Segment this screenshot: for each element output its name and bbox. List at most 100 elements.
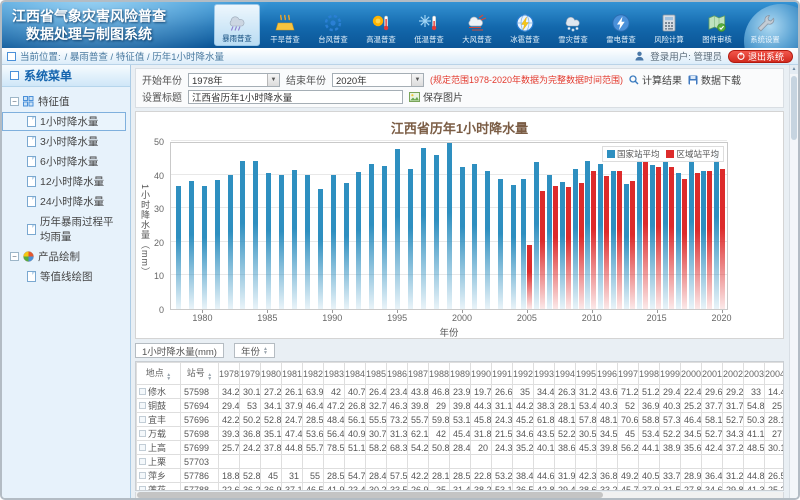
bar-national-2007 bbox=[547, 175, 552, 309]
page-vertical-scrollbar[interactable]: ▲ bbox=[789, 65, 798, 498]
value-cell: 38.9 bbox=[660, 441, 681, 455]
value-cell: 31.2 bbox=[576, 385, 597, 399]
table-row-57699[interactable]: 上高5769925.724.237.844.855.778.551.158.26… bbox=[137, 441, 785, 455]
start-year-select[interactable]: 1978年 ▼ bbox=[188, 73, 280, 87]
toolbar-item-5[interactable]: 低温普查 bbox=[406, 4, 452, 46]
value-cell: 23.4 bbox=[345, 483, 366, 492]
toolbar-item-3[interactable]: 台风普查 bbox=[310, 4, 356, 46]
table-row-57598[interactable]: 修水5759834.230.127.226.163.94240.726.423.… bbox=[137, 385, 785, 399]
column-header-year-1991[interactable]: 1991 bbox=[492, 363, 513, 385]
column-header-year-1983[interactable]: 1983 bbox=[324, 363, 345, 385]
toolbar-item-9[interactable]: 雷电普查 bbox=[598, 4, 644, 46]
chart-title-input[interactable] bbox=[188, 90, 403, 104]
column-header-year-2000[interactable]: 2000 bbox=[681, 363, 702, 385]
column-header-year-2004[interactable]: 2004 bbox=[765, 363, 785, 385]
sidebar-item-1-3[interactable]: 6小时降水量 bbox=[2, 152, 126, 171]
toolbar-item-7[interactable]: 冰雹普查 bbox=[502, 4, 548, 46]
scroll-up-arrow-icon[interactable]: ▲ bbox=[790, 65, 798, 74]
column-header-station[interactable]: 地点 ▲▼ bbox=[137, 363, 181, 385]
toolbar-item-11[interactable]: 图件审核 bbox=[694, 4, 740, 46]
toolbar-item-2[interactable]: 干旱普查 bbox=[262, 4, 308, 46]
row-expand-icon[interactable] bbox=[139, 458, 146, 465]
column-header-year-1994[interactable]: 1994 bbox=[555, 363, 576, 385]
column-header-year-1996[interactable]: 1996 bbox=[597, 363, 618, 385]
sidebar-group-2[interactable]: −产品绘制 bbox=[2, 247, 130, 266]
column-header-station-id[interactable]: 站号 ▲▼ bbox=[181, 363, 219, 385]
value-cell bbox=[597, 455, 618, 469]
column-header-year-1981[interactable]: 1981 bbox=[282, 363, 303, 385]
column-header-year-1979[interactable]: 1979 bbox=[240, 363, 261, 385]
sidebar-item-2-1[interactable]: 等值线绘图 bbox=[2, 267, 126, 286]
logout-button[interactable]: 退出系统 bbox=[728, 50, 793, 63]
sidebar-item-1-1[interactable]: 1小时降水量 bbox=[2, 112, 126, 131]
sidebar-item-1-6[interactable]: 历年暴雨过程平均雨量 bbox=[2, 212, 126, 246]
value-cell: 45.4 bbox=[450, 427, 471, 441]
table-row-57703[interactable]: 上栗57703 bbox=[137, 455, 785, 469]
toolbar-item-6[interactable]: 大风普查 bbox=[454, 4, 500, 46]
column-header-year-1995[interactable]: 1995 bbox=[576, 363, 597, 385]
value-cell: 51.2 bbox=[639, 385, 660, 399]
toolbar-item-10[interactable]: 风险计算 bbox=[646, 4, 692, 46]
toolbar-item-8[interactable]: 雪灾普查 bbox=[550, 4, 596, 46]
row-expand-icon[interactable] bbox=[139, 472, 146, 479]
save-image-link[interactable]: 保存图片 bbox=[409, 89, 463, 104]
toolbar-item-12[interactable]: 系统设置 bbox=[742, 4, 788, 46]
table-row-57788[interactable]: 莲花5778822.636.236.937.146.541.923.430.23… bbox=[137, 483, 785, 492]
column-header-year-1993[interactable]: 1993 bbox=[534, 363, 555, 385]
vertical-scrollbar-thumb[interactable] bbox=[791, 76, 797, 140]
column-header-year-1980[interactable]: 1980 bbox=[261, 363, 282, 385]
year-slot-1985 bbox=[262, 143, 275, 309]
column-header-year-1990[interactable]: 1990 bbox=[471, 363, 492, 385]
column-header-year-1986[interactable]: 1986 bbox=[387, 363, 408, 385]
column-header-year-1998[interactable]: 1998 bbox=[639, 363, 660, 385]
column-header-year-1982[interactable]: 1982 bbox=[303, 363, 324, 385]
table-row-57694[interactable]: 铜鼓5769429.45334.137.946.447.226.832.746.… bbox=[137, 399, 785, 413]
row-expand-icon[interactable] bbox=[139, 388, 146, 395]
column-header-year-1978[interactable]: 1978 bbox=[219, 363, 240, 385]
value-cell: 68.3 bbox=[387, 441, 408, 455]
column-header-year-1988[interactable]: 1988 bbox=[429, 363, 450, 385]
end-year-select[interactable]: 2020年 ▼ bbox=[332, 73, 424, 87]
value-cell: 40.3 bbox=[660, 399, 681, 413]
column-header-year-1992[interactable]: 1992 bbox=[513, 363, 534, 385]
column-header-year-2001[interactable]: 2001 bbox=[702, 363, 723, 385]
row-expand-icon[interactable] bbox=[139, 416, 146, 423]
value-cell: 27.8 bbox=[681, 483, 702, 492]
data-download-link[interactable]: 数据下载 bbox=[688, 72, 741, 87]
calculate-result-link[interactable]: 计算结果 bbox=[629, 72, 682, 87]
column-header-year-1987[interactable]: 1987 bbox=[408, 363, 429, 385]
document-icon bbox=[27, 196, 36, 207]
column-header-year-1984[interactable]: 1984 bbox=[345, 363, 366, 385]
column-header-year-1999[interactable]: 1999 bbox=[660, 363, 681, 385]
table-row-57696[interactable]: 宜丰5769642.250.252.824.728.548.456.155.57… bbox=[137, 413, 785, 427]
value-cell: 44.8 bbox=[282, 441, 303, 455]
sidebar-item-1-2[interactable]: 3小时降水量 bbox=[2, 132, 126, 151]
row-expand-icon[interactable] bbox=[139, 430, 146, 437]
sidebar-item-1-4[interactable]: 12小时降水量 bbox=[2, 172, 126, 191]
column-header-year-2002[interactable]: 2002 bbox=[723, 363, 744, 385]
table-row-57786[interactable]: 萍乡5778618.852.845315528.554.728.457.542.… bbox=[137, 469, 785, 483]
column-header-year-1989[interactable]: 1989 bbox=[450, 363, 471, 385]
row-expand-icon[interactable] bbox=[139, 402, 146, 409]
sidebar-item-label: 12小时降水量 bbox=[40, 174, 104, 189]
horizontal-scrollbar-thumb[interactable] bbox=[137, 492, 603, 498]
value-cell bbox=[681, 455, 702, 469]
value-cell: 48.1 bbox=[597, 413, 618, 427]
table-row-57698[interactable]: 万载5769839.336.835.147.453.656.440.930.73… bbox=[137, 427, 785, 441]
bar-national-1993 bbox=[369, 164, 374, 309]
sidebar-title: 系统菜单 bbox=[2, 65, 130, 87]
sidebar-group-1[interactable]: −特征值 bbox=[2, 92, 130, 111]
row-expand-icon[interactable] bbox=[139, 444, 146, 451]
value-cell bbox=[324, 455, 345, 469]
column-header-year-2003[interactable]: 2003 bbox=[744, 363, 765, 385]
collapse-icon[interactable]: − bbox=[10, 97, 19, 106]
toolbar-item-4[interactable]: 高温普查 bbox=[358, 4, 404, 46]
column-header-year-1985[interactable]: 1985 bbox=[366, 363, 387, 385]
row-expand-icon[interactable] bbox=[139, 486, 146, 491]
column-header-year-1997[interactable]: 1997 bbox=[618, 363, 639, 385]
sidebar-item-1-5[interactable]: 24小时降水量 bbox=[2, 192, 126, 211]
collapse-icon[interactable]: − bbox=[10, 252, 19, 261]
table-horizontal-scrollbar[interactable] bbox=[135, 492, 784, 498]
toolbar-item-1[interactable]: 暴雨普查 bbox=[214, 4, 260, 46]
year-sort-dropdown[interactable]: 年份 ▲▼ bbox=[234, 343, 275, 358]
